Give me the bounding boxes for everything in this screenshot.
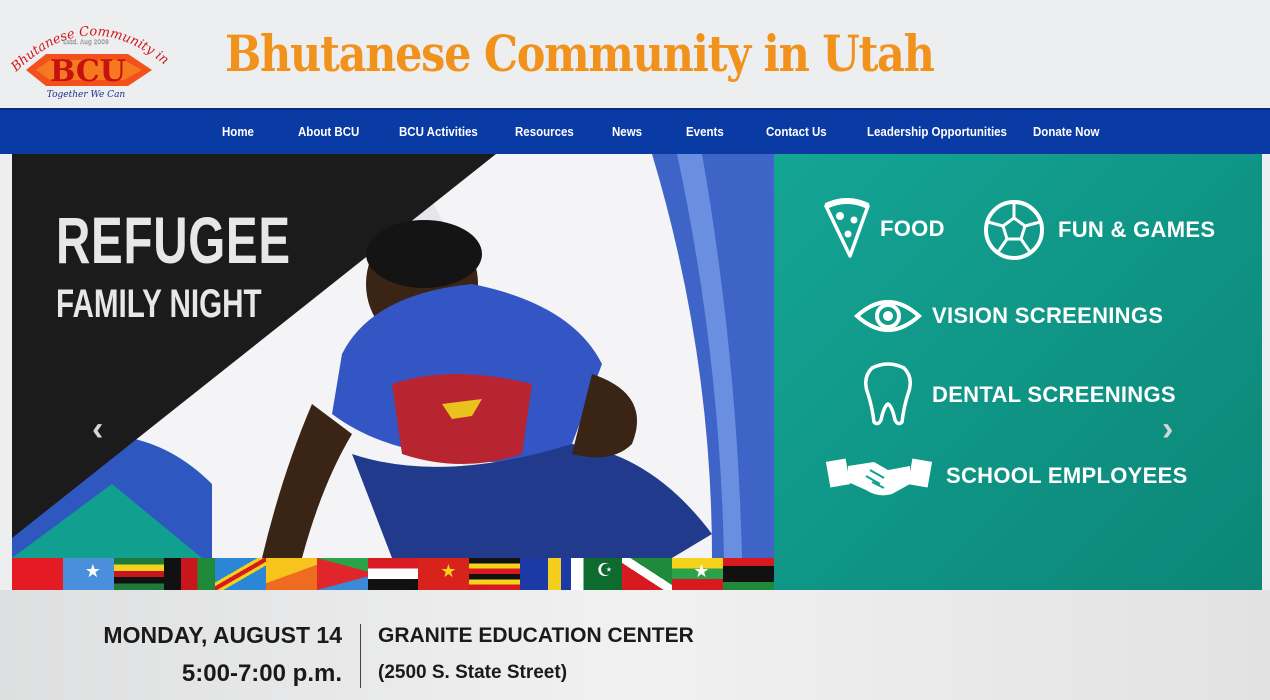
feature-school-employees-label: SCHOOL EMPLOYEES (946, 463, 1188, 488)
hero-slider[interactable]: REFUGEE FAMILY NIGHT ★ ★ ☪ ★ FOOD FUN & … (12, 154, 1262, 590)
flag-pakistan-icon: ☪ (570, 558, 622, 590)
flag-tunisia-icon (12, 558, 63, 590)
feature-fun-games-label: FUN & GAMES (1058, 217, 1216, 242)
flag-uganda-icon (469, 558, 520, 590)
site-header: Bhutanese Community in Utah BCU Estd. Au… (0, 0, 1270, 108)
soccer-ball-icon (984, 200, 1044, 260)
nav-donate-now[interactable]: Donate Now (1033, 110, 1099, 154)
event-time: 5:00-7:00 p.m. (181, 660, 342, 687)
event-venue: GRANITE EDUCATION CENTER (378, 624, 694, 647)
nav-bcu-activities[interactable]: BCU Activities (399, 110, 478, 154)
feature-dental: DENTAL SCREENINGS (862, 362, 1176, 428)
nav-resources[interactable]: Resources (515, 110, 574, 154)
nav-events[interactable]: Events (686, 110, 724, 154)
feature-food-label: FOOD (880, 216, 945, 241)
main-navigation: Home About BCU BCU Activities Resources … (0, 108, 1270, 154)
nav-news[interactable]: News (612, 110, 642, 154)
svg-text:Together We Can: Together We Can (47, 90, 126, 100)
flag-iraq-icon (367, 558, 419, 590)
slide-photo: REFUGEE FAMILY NIGHT (12, 154, 774, 558)
event-date: MONDAY, AUGUST 14 (103, 622, 342, 648)
feature-vision-label: VISION SCREENINGS (932, 303, 1164, 328)
country-flags-strip: ★ ★ ☪ ★ (12, 558, 774, 590)
feature-fun-games: FUN & GAMES (982, 198, 1215, 262)
slide-headline-refugee: REFUGEE (56, 203, 291, 277)
svg-text:Estd. Aug 2009: Estd. Aug 2009 (63, 39, 109, 46)
feature-vision: VISION SCREENINGS (854, 294, 1163, 338)
nav-leadership-opportunities[interactable]: Leadership Opportunities (867, 110, 1007, 154)
eye-icon (854, 300, 922, 332)
flag-libya-icon (723, 558, 774, 590)
pizza-slice-icon (824, 198, 870, 258)
feature-food: FOOD (822, 198, 945, 260)
bcu-logo[interactable]: Bhutanese Community in Utah BCU Estd. Au… (1, 3, 172, 100)
slide-headline-family-night: FAMILY NIGHT (56, 282, 262, 326)
slide-info-panel: FOOD FUN & GAMES VISION SCREENINGS DENTA… (774, 154, 1262, 590)
nav-contact-us[interactable]: Contact Us (766, 110, 827, 154)
feature-dental-label: DENTAL SCREENINGS (932, 382, 1176, 407)
flag-somalia-icon: ★ (62, 558, 114, 590)
flag-eritrea-icon (316, 558, 368, 590)
svg-text:BCU: BCU (50, 54, 126, 89)
event-divider (360, 624, 361, 688)
tooth-icon (864, 362, 912, 426)
handshake-icon (826, 458, 932, 496)
flag-myanmar-icon: ★ (672, 558, 724, 590)
nav-home[interactable]: Home (222, 110, 254, 154)
slider-next-arrow[interactable]: › (1162, 412, 1173, 446)
feature-school-employees: SCHOOL EMPLOYEES (826, 454, 1188, 498)
event-details: MONDAY, AUGUST 14 5:00-7:00 p.m. GRANITE… (0, 590, 1270, 700)
flag-dr-congo-icon (215, 558, 266, 590)
flag-afghanistan-icon (164, 558, 216, 590)
slider-prev-arrow[interactable]: ‹ (92, 412, 103, 446)
flag-burundi-icon (621, 558, 673, 590)
flag-bosnia-icon (519, 558, 571, 590)
flag-zimbabwe-icon (113, 558, 165, 590)
flag-vietnam-icon: ★ (418, 558, 470, 590)
site-title: Bhutanese Community in Utah (225, 24, 935, 83)
nav-about-bcu[interactable]: About BCU (298, 110, 359, 154)
flag-bhutan-icon (265, 558, 317, 590)
event-address: (2500 S. State Street) (378, 662, 568, 683)
